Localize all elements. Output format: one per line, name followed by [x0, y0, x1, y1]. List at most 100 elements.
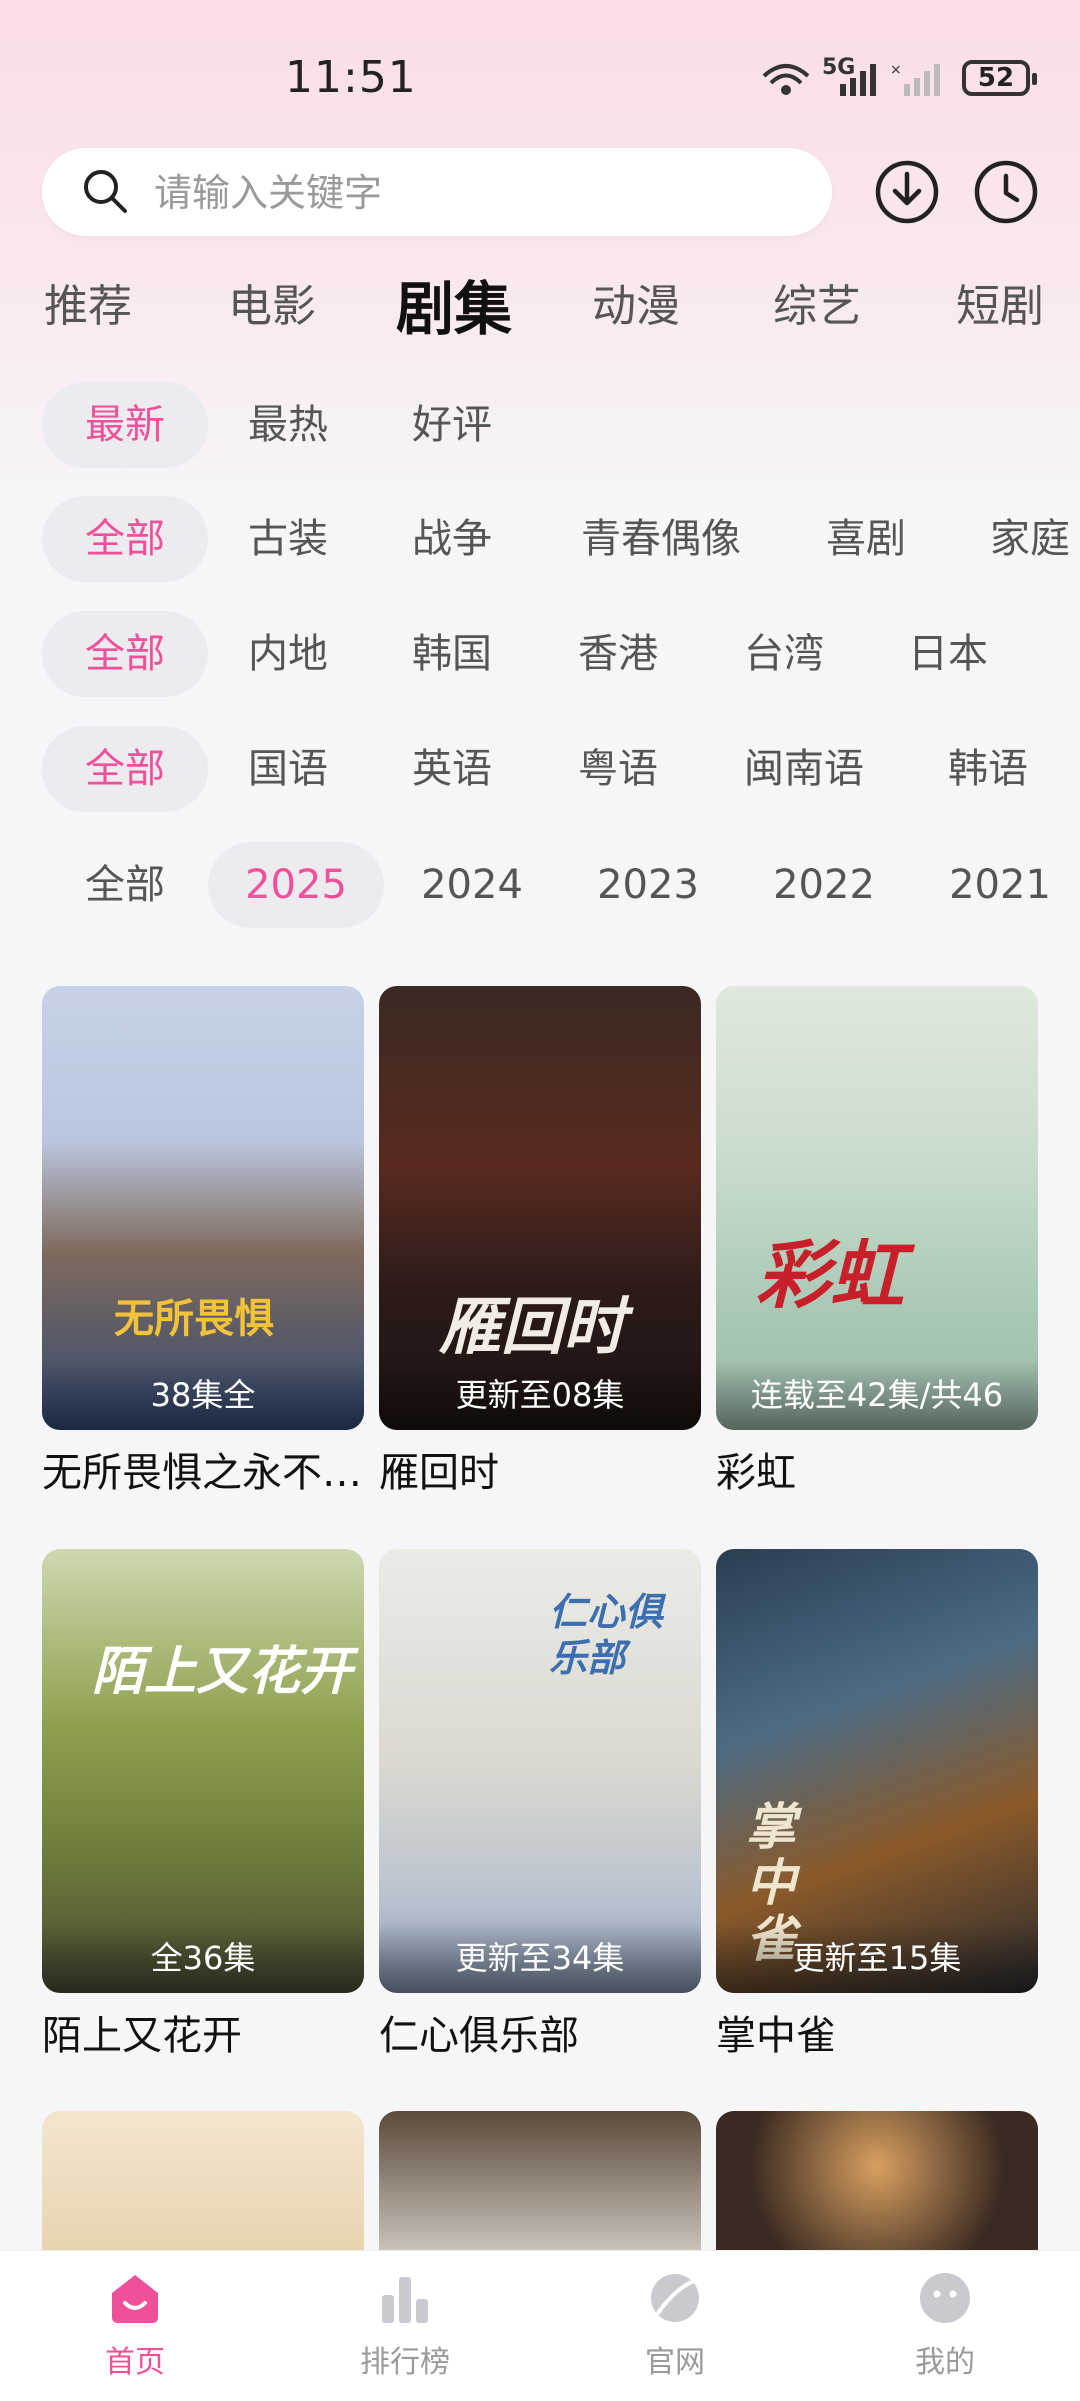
tab-home[interactable]: 首页: [60, 2269, 210, 2381]
episode-badge: 全36集: [42, 1923, 364, 1993]
battery-level: 52: [977, 63, 1015, 93]
show-poster: 无所畏惧 38集全: [42, 986, 364, 1430]
show-card[interactable]: 仁心俱乐部 更新至34集 仁心俱乐部: [379, 1549, 701, 2061]
episode-badge: 38集全: [42, 1360, 364, 1430]
poster-title-art: 彩虹: [756, 1233, 904, 1319]
tab-movies[interactable]: 电影: [228, 270, 316, 334]
filter-chip[interactable]: 韩国: [412, 611, 492, 697]
filter-chip[interactable]: 英语: [412, 726, 492, 812]
tab-label: 首页: [105, 2345, 165, 2380]
filter-chip[interactable]: 家庭: [990, 496, 1070, 582]
episode-badge: 更新至34集: [379, 1923, 701, 1993]
bar-chart-icon: [382, 2277, 428, 2323]
show-poster: 仁心俱乐部 更新至34集: [379, 1549, 701, 1993]
poster-title-art: 雁回时: [439, 1290, 626, 1363]
svg-text:×: ×: [890, 62, 902, 78]
status-bar: 11:51 5G × 52: [0, 0, 1080, 150]
planet-icon: [651, 2274, 699, 2322]
wifi-icon: [762, 64, 810, 95]
category-tabs: 推荐 电影 剧集 动漫 综艺 短剧: [0, 270, 1080, 350]
filter-chip[interactable]: 喜剧: [826, 496, 906, 582]
show-card[interactable]: [716, 2111, 1038, 2250]
filter-chip[interactable]: 2022: [764, 842, 884, 928]
show-poster: 雁回时 更新至08集: [379, 986, 701, 1430]
signal-icon: [840, 64, 876, 96]
smiley-icon: [920, 2273, 970, 2323]
show-poster: [42, 2111, 364, 2250]
filter-chip[interactable]: 青春偶像: [578, 496, 744, 582]
filter-chip[interactable]: 最新: [42, 382, 208, 468]
show-title: 彩虹: [716, 1450, 796, 1496]
filter-chip[interactable]: 全部: [42, 726, 208, 812]
search-icon: [84, 170, 127, 213]
filter-chip[interactable]: 2021: [940, 842, 1060, 928]
download-icon[interactable]: [873, 158, 941, 226]
show-card[interactable]: [42, 2111, 364, 2250]
show-card[interactable]: 陌上又花开 全36集 陌上又花开: [42, 1549, 364, 2061]
search-input[interactable]: [152, 148, 796, 238]
show-title: 雁回时: [379, 1450, 499, 1496]
show-title: 仁心俱乐部: [379, 2013, 579, 2059]
filter-chip[interactable]: 日本: [908, 611, 988, 697]
episode-badge: 更新至15集: [716, 1923, 1038, 1993]
filter-region: 全部 内地 韩国 香港 台湾 日本: [0, 611, 1080, 699]
show-card[interactable]: 无所畏惧 38集全 无所畏惧之永不放弃: [42, 986, 364, 1498]
search-bar[interactable]: [42, 148, 832, 238]
filter-chip[interactable]: 好评: [412, 382, 492, 468]
filter-year: 全部 2025 2024 2023 2022 2021: [0, 842, 1080, 930]
episode-badge: 更新至08集: [379, 1360, 701, 1430]
show-card[interactable]: 彩虹 连载至42集/共46 彩虹: [716, 986, 1038, 1498]
history-icon[interactable]: [972, 158, 1040, 226]
bottom-tab-bar: 首页 排行榜 官网 我的: [0, 2250, 1080, 2401]
tab-ranking[interactable]: 排行榜: [330, 2269, 480, 2381]
show-poster: [379, 2111, 701, 2250]
show-title: 无所畏惧之永不放弃: [42, 1450, 364, 1496]
filter-chip[interactable]: 香港: [578, 611, 658, 697]
tab-variety[interactable]: 综艺: [773, 270, 861, 334]
home-icon: [112, 2275, 158, 2323]
filter-chip[interactable]: 全部: [42, 611, 208, 697]
tab-label: 排行榜: [360, 2345, 450, 2380]
tab-label: 我的: [915, 2345, 975, 2380]
show-card[interactable]: [379, 2111, 701, 2250]
poster-title-art: 无所畏惧: [114, 1295, 274, 1342]
tab-profile[interactable]: 我的: [870, 2269, 1020, 2381]
filter-chip[interactable]: 战争: [412, 496, 492, 582]
show-title: 陌上又花开: [42, 2013, 242, 2059]
show-poster: 彩虹 连载至42集/共46: [716, 986, 1038, 1430]
filter-sort: 最新 最热 好评: [0, 382, 1080, 470]
filter-chip[interactable]: 韩语: [948, 726, 1028, 812]
show-poster: 陌上又花开 全36集: [42, 1549, 364, 1993]
filter-chip[interactable]: 闽南语: [744, 726, 864, 812]
filter-genre: 全部 古装 战争 青春偶像 喜剧 家庭: [0, 496, 1080, 584]
tab-anime[interactable]: 动漫: [592, 270, 680, 334]
show-title: 掌中雀: [716, 2013, 836, 2059]
show-card[interactable]: 掌中雀 更新至15集 掌中雀: [716, 1549, 1038, 2061]
filter-chip[interactable]: 内地: [248, 611, 328, 697]
battery-indicator: 52: [962, 60, 1037, 96]
filter-chip[interactable]: 全部: [42, 496, 208, 582]
filter-chip[interactable]: 台湾: [744, 611, 824, 697]
filter-chip[interactable]: 最热: [248, 382, 328, 468]
filter-chip[interactable]: 全部: [42, 842, 208, 928]
filter-language: 全部 国语 英语 粤语 闽南语 韩语: [0, 726, 1080, 814]
poster-title-art: 陌上又花开: [92, 1641, 353, 1702]
tab-label: 官网: [645, 2345, 705, 2380]
status-time: 11:51: [285, 52, 417, 103]
tab-recommend[interactable]: 推荐: [44, 270, 132, 334]
filter-chip[interactable]: 2024: [412, 842, 532, 928]
poster-title-art: 仁心俱乐部: [549, 1589, 664, 1680]
episode-badge: 连载至42集/共46: [716, 1360, 1038, 1430]
filter-chip[interactable]: 古装: [248, 496, 328, 582]
filter-chip[interactable]: 2023: [588, 842, 708, 928]
filter-chip[interactable]: 2025: [208, 842, 384, 928]
signal-2-icon: ×: [890, 62, 940, 96]
show-poster: [716, 2111, 1038, 2250]
tab-short-drama[interactable]: 短剧: [956, 270, 1044, 334]
tab-official-site[interactable]: 官网: [600, 2269, 750, 2381]
show-poster: 掌中雀 更新至15集: [716, 1549, 1038, 1993]
filter-chip[interactable]: 粤语: [578, 726, 658, 812]
tab-series[interactable]: 剧集: [396, 262, 512, 346]
show-card[interactable]: 雁回时 更新至08集 雁回时: [379, 986, 701, 1498]
filter-chip[interactable]: 国语: [248, 726, 328, 812]
